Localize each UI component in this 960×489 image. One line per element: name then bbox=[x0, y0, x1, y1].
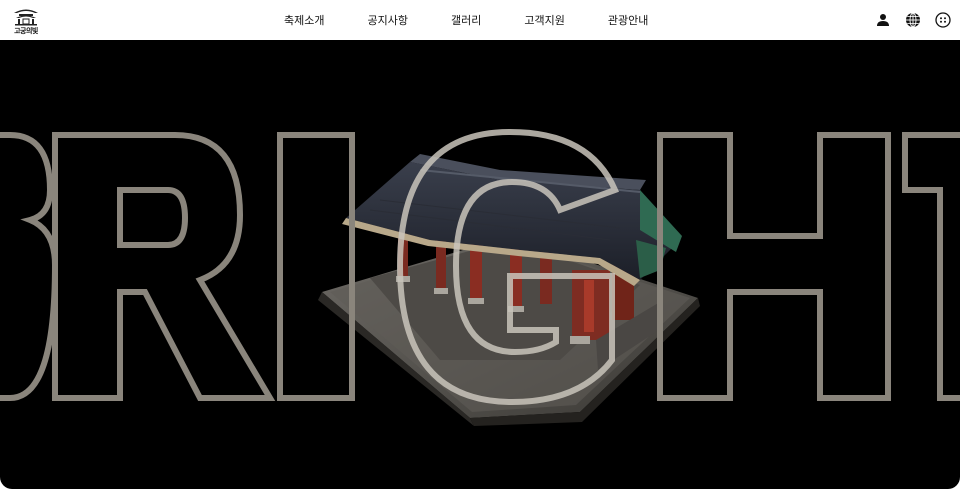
menu-dots-icon[interactable] bbox=[934, 11, 952, 29]
hero-banner bbox=[0, 40, 960, 489]
nav-item-gallery[interactable]: 갤러리 bbox=[451, 12, 481, 28]
palace-logo-icon bbox=[14, 9, 38, 26]
nav-item-tour-info[interactable]: 관광안내 bbox=[608, 12, 648, 28]
nav-item-festival-intro[interactable]: 축제소개 bbox=[284, 12, 324, 28]
logo-text: 고궁의빛 bbox=[14, 27, 38, 35]
user-icon[interactable] bbox=[874, 11, 892, 29]
utility-icons bbox=[862, 11, 952, 29]
nav-item-notices[interactable]: 공지사항 bbox=[367, 12, 407, 28]
site-logo[interactable]: 고궁의빛 bbox=[10, 4, 42, 36]
main-nav: 축제소개 공지사항 갤러리 고객지원 관광안내 bbox=[262, 0, 648, 40]
nav-item-support[interactable]: 고객지원 bbox=[524, 12, 564, 28]
site-header: 고궁의빛 축제소개 공지사항 갤러리 고객지원 관광안내 bbox=[0, 0, 960, 40]
globe-icon[interactable] bbox=[904, 11, 922, 29]
